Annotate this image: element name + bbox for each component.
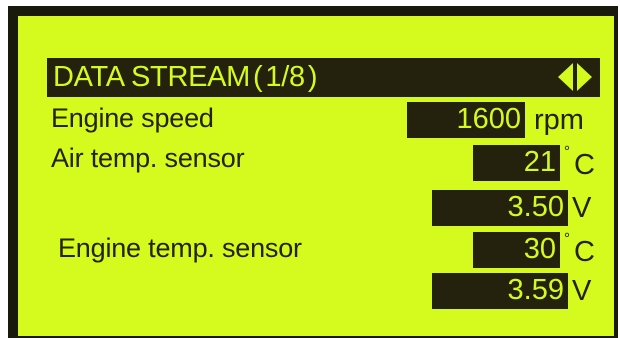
arrow-right-icon[interactable] [577, 63, 592, 91]
page-nav [556, 62, 594, 92]
engine-temp-degree: ° [564, 230, 570, 247]
air-temp-label: Air temp. sensor [51, 143, 245, 173]
air-temp-degree: ° [564, 143, 570, 160]
close-paren: ) [307, 61, 318, 93]
arrow-left-icon[interactable] [558, 63, 573, 91]
engine-temp-voltage-value: 3.59 [432, 273, 568, 309]
air-temp-voltage-unit: V [572, 192, 592, 224]
page-title: DATA STREAM(1/8) [53, 60, 320, 94]
page-indicator: 1/8 [265, 61, 305, 93]
air-temp-unit: C [574, 149, 595, 181]
air-temp-value: 21 [473, 145, 560, 181]
title-label: DATA STREAM [53, 61, 251, 93]
engine-speed-unit: rpm [534, 104, 584, 136]
engine-temp-label: Engine temp. sensor [58, 233, 302, 263]
engine-temp-value: 30 [473, 232, 560, 268]
engine-temp-voltage-unit: V [572, 275, 592, 307]
lcd-bezel: DATA STREAM(1/8) Engine speed 1600 rpm A… [8, 6, 618, 338]
header-bar: DATA STREAM(1/8) [47, 58, 600, 97]
open-paren: ( [253, 61, 263, 93]
engine-speed-value: 1600 [407, 102, 525, 138]
engine-speed-label: Engine speed [51, 103, 214, 133]
air-temp-voltage-value: 3.50 [432, 190, 568, 226]
engine-temp-unit: C [574, 236, 595, 268]
lcd-screen: DATA STREAM(1/8) Engine speed 1600 rpm A… [18, 16, 614, 336]
